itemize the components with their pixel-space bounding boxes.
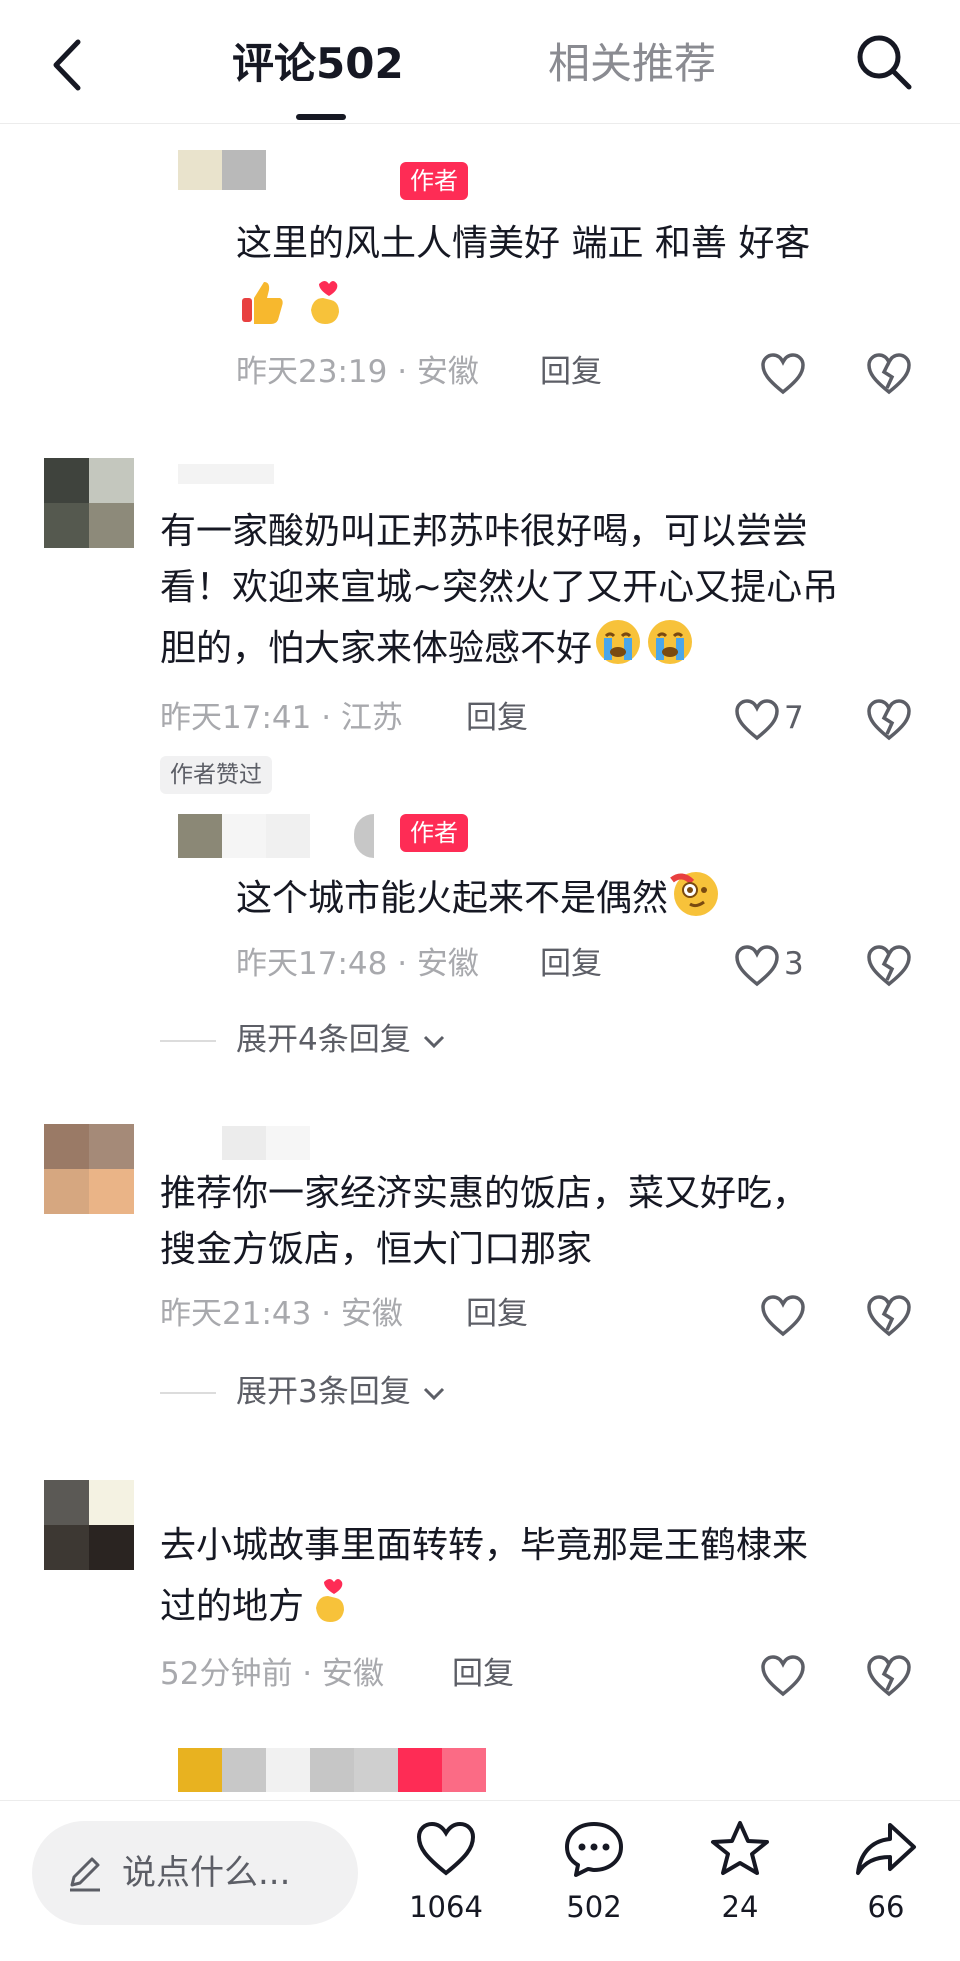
heart-icon[interactable] [760, 1654, 806, 1698]
author-liked-badge: 作者赞过 [160, 756, 272, 794]
comment-time: 昨天21:43 [160, 1296, 312, 1332]
comment-location: 安徽 [416, 354, 479, 390]
comment-text: 推荐你一家经济实惠的饭店，菜又好吃， 搜金方饭店，恒大门口那家 [160, 1166, 930, 1278]
chevron-down-icon [423, 1035, 444, 1048]
comment-time: 52分钟前 [160, 1656, 293, 1692]
face-with-monocle-emoji-icon [670, 872, 719, 916]
comment-meta: 52分钟前 · 安徽 [160, 1656, 385, 1692]
username-blurred [178, 1748, 486, 1792]
username-blurred [178, 464, 274, 484]
dislike-icon[interactable] [866, 1294, 912, 1338]
comment-location: 安徽 [340, 1296, 403, 1332]
finger-heart-emoji-icon [311, 281, 340, 324]
comment-meta: 昨天17:48 · 安徽 [236, 946, 479, 982]
comment-emoji-row [236, 276, 960, 337]
comment-time: 昨天17:48 [236, 946, 388, 982]
username-blurred [222, 1126, 310, 1160]
star-favorite-icon[interactable] [708, 1819, 772, 1879]
search-icon[interactable] [852, 30, 916, 94]
reply-button[interactable]: 回复 [540, 942, 602, 986]
like-heart-icon[interactable] [414, 1819, 478, 1879]
comment-line-text: 胆的，怕大家来体验感不好 [160, 628, 593, 669]
expand-replies-button[interactable]: 展开3条回复 [236, 1370, 447, 1414]
comment-meta: 昨天21:43 · 安徽 [160, 1296, 403, 1332]
share-arrow-icon[interactable] [854, 1819, 918, 1879]
author-badge: 作者 [400, 162, 468, 200]
dislike-icon[interactable] [866, 944, 912, 988]
comment-input-placeholder: 说点什么... [122, 1853, 291, 1893]
comment-meta: 昨天23:19 · 安徽 [236, 354, 479, 390]
comment-time: 昨天23:19 [236, 354, 388, 390]
comment-count: 502 [566, 1890, 622, 1924]
expand-replies-label: 展开4条回复 [236, 1022, 411, 1058]
expand-divider [160, 1040, 216, 1042]
comment-bubble-icon[interactable] [562, 1819, 626, 1879]
favorite-count: 24 [721, 1890, 759, 1924]
expand-replies-label: 展开3条回复 [236, 1374, 411, 1410]
crying-face-emoji-icon [648, 620, 693, 664]
comment-location: 江苏 [340, 700, 403, 736]
comment-time: 昨天17:41 [160, 700, 312, 736]
like-count: 1064 [409, 1890, 483, 1924]
tab-related[interactable]: 相关推荐 [548, 36, 716, 92]
share-count: 66 [867, 1890, 905, 1924]
comment-line: 胆的，怕大家来体验感不好 [160, 616, 930, 677]
back-arrow-icon[interactable] [44, 30, 94, 100]
comment-line: 推荐你一家经济实惠的饭店，菜又好吃， [160, 1173, 809, 1214]
comment-line: 过的地方 [160, 1574, 930, 1635]
author-badge: 作者 [400, 814, 468, 852]
comment-line: 看！欢迎来宣城~突然火了又开心又提心吊 [160, 567, 839, 608]
pencil-icon [70, 1857, 100, 1892]
comment-text: 有一家酸奶叫正邦苏咔很好喝，可以尝尝 看！欢迎来宣城~突然火了又开心又提心吊 胆… [160, 504, 930, 677]
expand-replies-button[interactable]: 展开4条回复 [236, 1018, 447, 1062]
dislike-icon[interactable] [866, 1654, 912, 1698]
comment-text: 这里的风土人情美好 端正 和善 好客 [236, 216, 960, 272]
reply-button[interactable]: 回复 [466, 696, 528, 740]
comment-location: 安徽 [416, 946, 479, 982]
username-blurred [178, 150, 266, 190]
avatar[interactable] [44, 1480, 134, 1570]
heart-icon[interactable] [760, 1294, 806, 1338]
heart-icon[interactable] [734, 698, 780, 742]
like-count: 7 [784, 700, 804, 736]
thumbs-up-emoji-icon [242, 282, 283, 324]
finger-heart-emoji-icon [316, 1579, 345, 1622]
comment-text: 去小城故事里面转转，毕竟那是王鹤棣来 过的地方 [160, 1518, 930, 1635]
dislike-icon[interactable] [866, 352, 912, 396]
comment-text: 这个城市能火起来不是偶然 [236, 866, 960, 927]
like-count: 3 [784, 946, 804, 982]
heart-icon[interactable] [760, 352, 806, 396]
heart-icon[interactable] [734, 944, 780, 988]
tab-comments[interactable]: 评论502 [232, 36, 404, 92]
dislike-icon[interactable] [866, 698, 912, 742]
comment-line-text: 过的地方 [160, 1586, 305, 1627]
reply-button[interactable]: 回复 [452, 1652, 514, 1696]
comment-line: 搜金方饭店，恒大门口那家 [160, 1229, 593, 1270]
comment-text-body: 这里的风土人情美好 端正 和善 好客 [236, 223, 811, 264]
active-tab-indicator [296, 114, 346, 120]
comment-meta: 昨天17:41 · 江苏 [160, 700, 403, 736]
top-bar: 评论502 相关推荐 [0, 0, 960, 124]
comment-line: 去小城故事里面转转，毕竟那是王鹤棣来 [160, 1525, 809, 1566]
chevron-down-icon [423, 1387, 444, 1400]
reply-button[interactable]: 回复 [466, 1292, 528, 1336]
comment-text-body: 这个城市能火起来不是偶然 [236, 878, 669, 919]
avatar[interactable] [44, 1124, 134, 1214]
bottom-action-bar: 说点什么... 1064 502 24 66 [0, 1800, 960, 1961]
username-blurred [178, 814, 374, 858]
expand-divider [160, 1392, 216, 1394]
avatar[interactable] [44, 458, 134, 548]
comment-location: 安徽 [322, 1656, 385, 1692]
crying-face-emoji-icon [596, 620, 641, 664]
comment-input[interactable]: 说点什么... [32, 1821, 358, 1925]
reply-button[interactable]: 回复 [540, 350, 602, 394]
comment-line: 有一家酸奶叫正邦苏咔很好喝，可以尝尝 [160, 511, 809, 552]
